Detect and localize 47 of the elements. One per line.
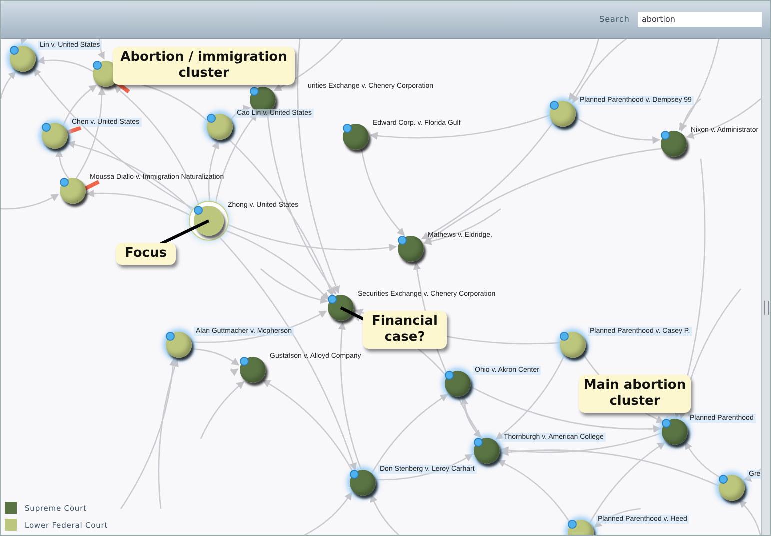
badge-icon bbox=[350, 470, 359, 479]
case-node[interactable] bbox=[719, 475, 745, 501]
case-node[interactable] bbox=[662, 419, 688, 445]
case-node[interactable] bbox=[550, 101, 576, 127]
callout: Focus bbox=[116, 243, 176, 265]
case-node[interactable] bbox=[240, 357, 266, 383]
case-node[interactable] bbox=[445, 371, 471, 397]
badge-icon bbox=[42, 123, 51, 132]
case-node[interactable] bbox=[350, 470, 376, 496]
badge-icon bbox=[662, 419, 671, 428]
badge-icon bbox=[328, 295, 337, 304]
badge-icon bbox=[560, 332, 569, 341]
scrollbar[interactable] bbox=[761, 39, 770, 535]
case-node[interactable] bbox=[10, 46, 36, 72]
badge-icon bbox=[194, 206, 203, 215]
badge-icon bbox=[250, 87, 259, 96]
badge-icon bbox=[343, 124, 352, 133]
badge-icon bbox=[568, 520, 577, 529]
case-node[interactable] bbox=[60, 178, 86, 204]
case-node[interactable] bbox=[166, 332, 192, 358]
badge-icon bbox=[207, 114, 216, 123]
badge-icon bbox=[240, 357, 249, 366]
callout: Abortion / immigration cluster bbox=[113, 47, 295, 85]
badge-icon bbox=[550, 101, 559, 110]
badge-icon bbox=[60, 178, 69, 187]
badge-icon bbox=[445, 371, 454, 380]
case-node[interactable] bbox=[194, 206, 224, 236]
badge-icon bbox=[398, 236, 407, 245]
leader-line bbox=[160, 220, 210, 246]
badge-icon bbox=[93, 61, 102, 70]
search-label: Search bbox=[600, 15, 630, 24]
badge-icon bbox=[166, 332, 175, 341]
badge-icon bbox=[719, 475, 728, 484]
badge-icon bbox=[10, 46, 19, 55]
case-node[interactable] bbox=[474, 438, 500, 464]
case-node[interactable] bbox=[343, 124, 369, 150]
case-node[interactable] bbox=[207, 114, 233, 140]
callout: Financial case? bbox=[363, 311, 447, 349]
case-node[interactable] bbox=[42, 123, 68, 149]
case-node[interactable] bbox=[560, 332, 586, 358]
badge-icon bbox=[661, 131, 670, 140]
case-node[interactable] bbox=[398, 236, 424, 262]
callout: Main abortion cluster bbox=[579, 375, 691, 413]
badge-icon bbox=[474, 438, 483, 447]
case-node[interactable] bbox=[661, 131, 687, 157]
search-field[interactable]: abortion bbox=[638, 12, 762, 27]
case-node[interactable] bbox=[328, 295, 354, 321]
